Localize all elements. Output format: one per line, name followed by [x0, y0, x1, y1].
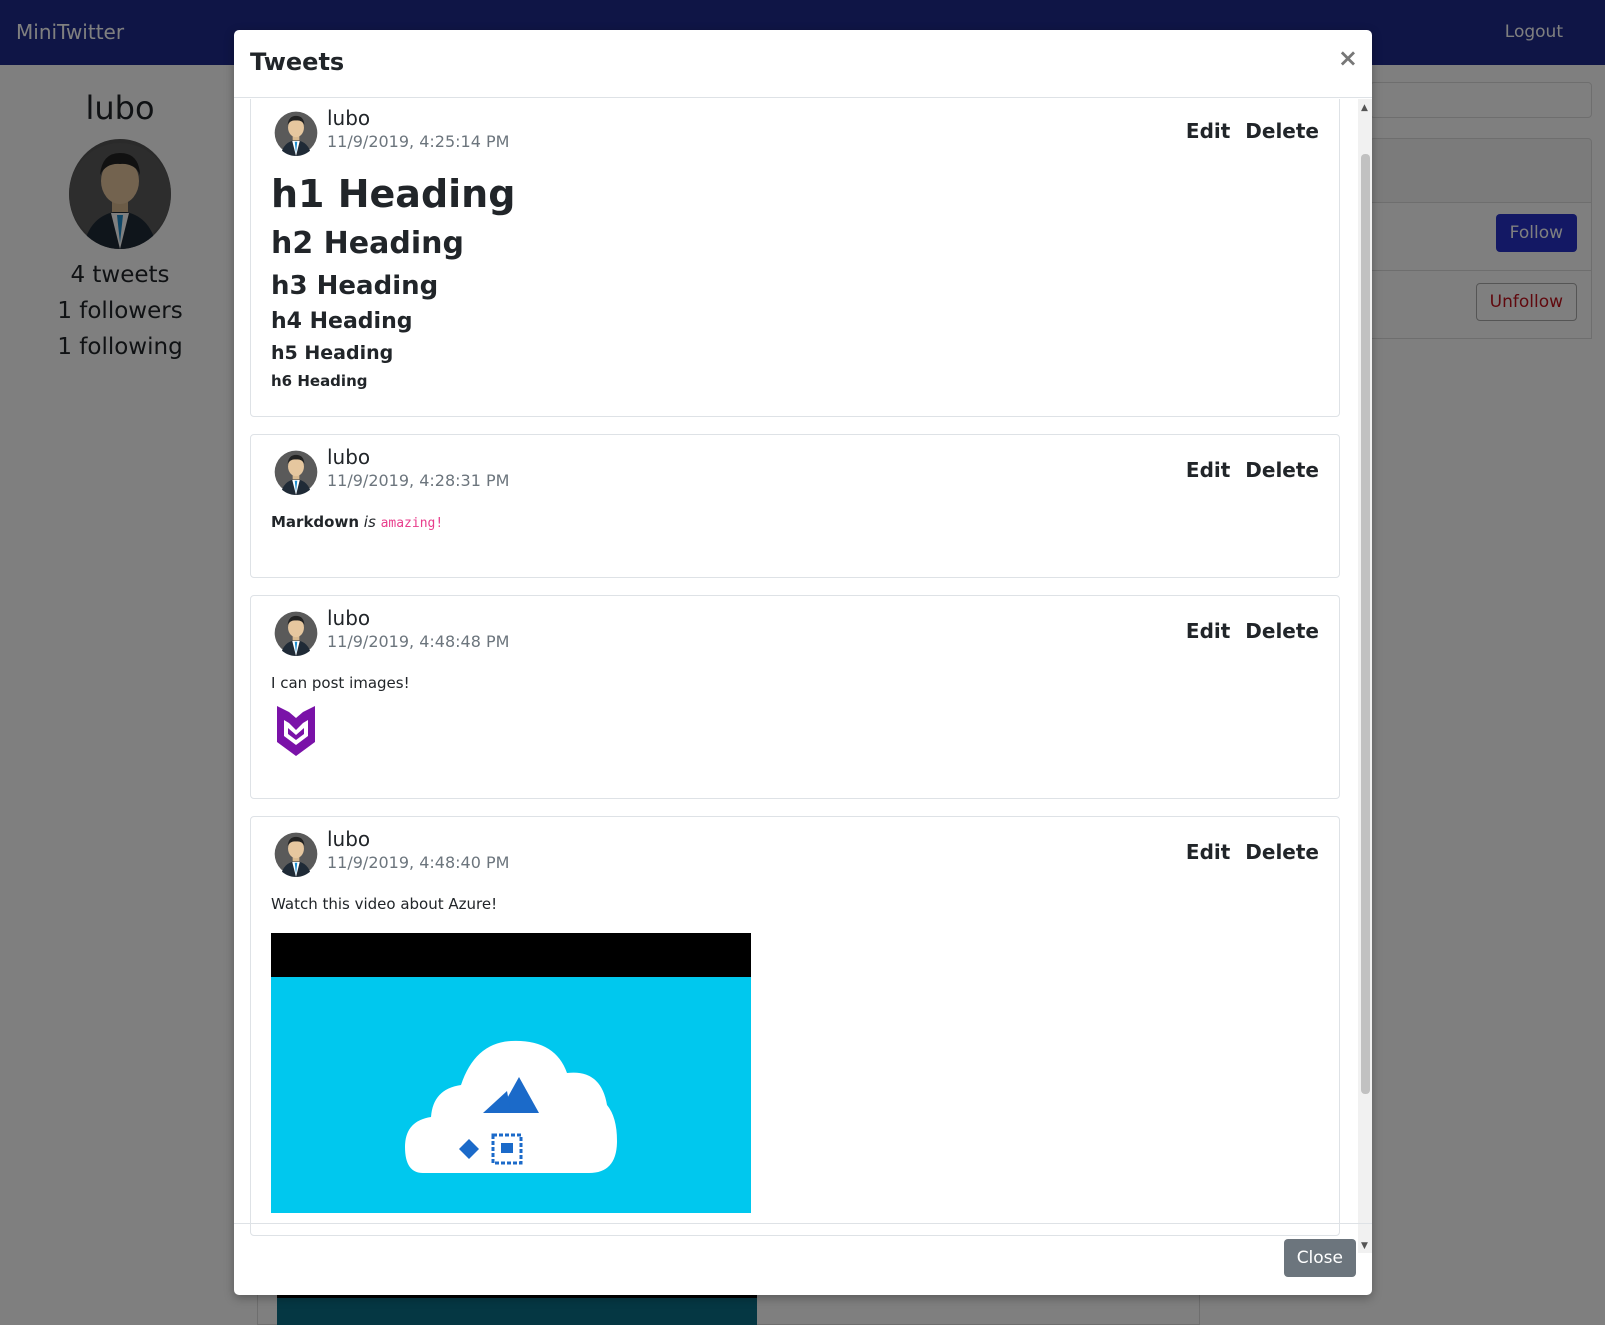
- scroll-up-icon[interactable]: ▲: [1361, 103, 1368, 113]
- tweet-date: 11/9/2019, 4:48:48 PM: [327, 632, 510, 651]
- tweet-actions: Edit Delete: [1178, 619, 1319, 643]
- tweet-card: lubo 11/9/2019, 4:25:14 PM Edit Delete h…: [250, 99, 1340, 417]
- tweet-header: lubo 11/9/2019, 4:48:40 PM Edit Delete: [271, 827, 1319, 879]
- tweet-body: Markdown is amazing!: [271, 513, 1319, 531]
- avatar: [274, 610, 318, 656]
- italic-text: is: [363, 513, 376, 531]
- tweet-author[interactable]: lubo: [327, 445, 370, 469]
- edit-button[interactable]: Edit: [1186, 619, 1230, 643]
- mcafee-shield-icon: [277, 706, 1319, 760]
- scrollbar-thumb[interactable]: [1361, 154, 1370, 1094]
- modal-header: Tweets ×: [234, 30, 1372, 98]
- heading-2: h2 Heading: [271, 226, 464, 261]
- tweet-list: lubo 11/9/2019, 4:25:14 PM Edit Delete h…: [250, 99, 1340, 1253]
- modal-body[interactable]: lubo 11/9/2019, 4:25:14 PM Edit Delete h…: [234, 99, 1372, 1253]
- tweet-header: lubo 11/9/2019, 4:48:48 PM Edit Delete: [271, 606, 1319, 658]
- tweets-modal: Tweets × lubo 11/9/2019, 4:25:14 PM Edit…: [234, 30, 1372, 1295]
- tweet-card: lubo 11/9/2019, 4:28:31 PM Edit Delete M…: [250, 434, 1340, 578]
- edit-button[interactable]: Edit: [1186, 119, 1230, 143]
- heading-4: h4 Heading: [271, 309, 413, 334]
- tweet-body: I can post images!: [271, 674, 410, 692]
- tweet-card: lubo 11/9/2019, 4:48:40 PM Edit Delete W…: [250, 816, 1340, 1236]
- tweet-body: Watch this video about Azure!: [271, 895, 498, 913]
- azure-cloud-icon: [405, 1040, 617, 1173]
- heading-5: h5 Heading: [271, 342, 394, 364]
- tweet-author[interactable]: lubo: [327, 106, 370, 130]
- avatar: [274, 831, 318, 877]
- tweet-actions: Edit Delete: [1178, 458, 1319, 482]
- tweet-date: 11/9/2019, 4:48:40 PM: [327, 853, 510, 872]
- delete-button[interactable]: Delete: [1245, 840, 1319, 864]
- delete-button[interactable]: Delete: [1245, 458, 1319, 482]
- modal-scrollbar[interactable]: ▲ ▼: [1358, 99, 1372, 1253]
- heading-1: h1 Heading: [271, 172, 516, 216]
- edit-button[interactable]: Edit: [1186, 458, 1230, 482]
- avatar: [274, 449, 318, 495]
- edit-button[interactable]: Edit: [1186, 840, 1230, 864]
- tweet-actions: Edit Delete: [1178, 840, 1319, 864]
- heading-6: h6 Heading: [271, 372, 368, 390]
- code-text: amazing!: [380, 516, 444, 531]
- tweet-actions: Edit Delete: [1178, 119, 1319, 143]
- azure-video-thumbnail[interactable]: [271, 933, 751, 1213]
- tweet-header: lubo 11/9/2019, 4:28:31 PM Edit Delete: [271, 445, 1319, 497]
- tweet-date: 11/9/2019, 4:28:31 PM: [327, 471, 510, 490]
- modal-footer: Close: [234, 1223, 1372, 1295]
- modal-title: Tweets: [250, 48, 345, 76]
- delete-button[interactable]: Delete: [1245, 119, 1319, 143]
- heading-3: h3 Heading: [271, 271, 439, 301]
- avatar: [274, 110, 318, 156]
- tweet-date: 11/9/2019, 4:25:14 PM: [327, 132, 510, 151]
- close-icon[interactable]: ×: [1338, 44, 1358, 72]
- bold-text: Markdown: [271, 513, 360, 531]
- delete-button[interactable]: Delete: [1245, 619, 1319, 643]
- close-button[interactable]: Close: [1283, 1239, 1356, 1277]
- tweet-card: lubo 11/9/2019, 4:48:48 PM Edit Delete I…: [250, 595, 1340, 799]
- tweet-author[interactable]: lubo: [327, 827, 370, 851]
- tweet-author[interactable]: lubo: [327, 606, 370, 630]
- tweet-header: lubo 11/9/2019, 4:25:14 PM Edit Delete: [271, 106, 1319, 158]
